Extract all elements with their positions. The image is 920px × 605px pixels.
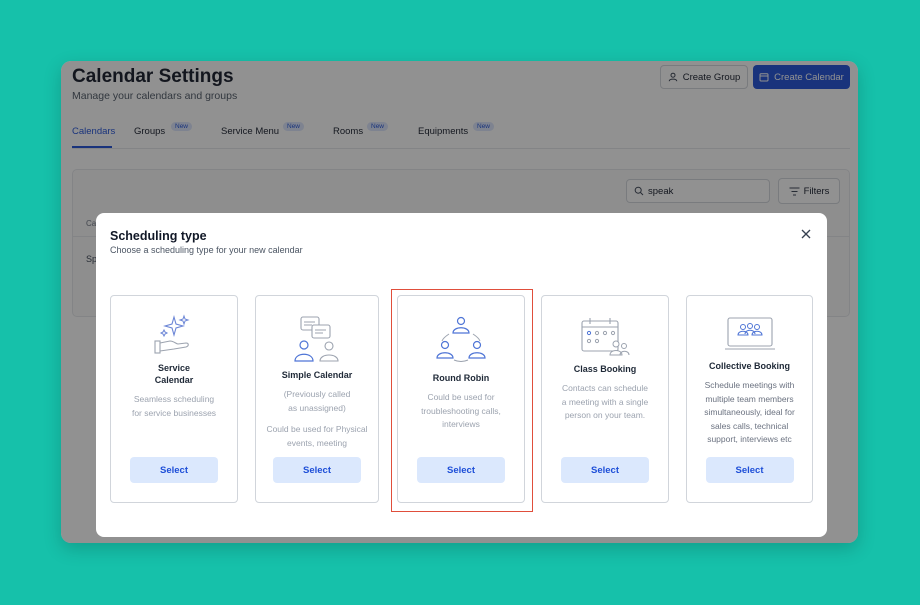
card-description: Schedule meetings with multiple team memb… — [704, 380, 795, 444]
modal-subtitle: Choose a scheduling type for your new ca… — [110, 245, 303, 255]
select-button[interactable]: Select — [273, 457, 361, 483]
sparkle-hand-icon — [154, 314, 190, 354]
card-title: Service Calendar — [154, 363, 194, 385]
card-title: Class Booking — [573, 364, 637, 374]
card-service-calendar[interactable]: Service Calendar Seamless scheduling for s… — [110, 295, 238, 503]
card-title: Simple Calendar — [281, 370, 353, 380]
select-button[interactable]: Select — [561, 457, 649, 483]
card-description: (Previously called as unassigned) Could be… — [266, 389, 368, 448]
class-calendar-icon — [581, 318, 630, 356]
chat-people-icon — [294, 316, 339, 362]
selection-highlight — [391, 289, 533, 512]
card-title: Collective Booking — [708, 361, 790, 371]
card-description: Contacts can schedule a meeting with a si… — [561, 383, 649, 420]
select-button[interactable]: Select — [705, 457, 794, 483]
card-class-booking[interactable]: Class Booking Contacts can schedule a mee… — [541, 295, 669, 503]
select-button[interactable]: Select — [130, 457, 218, 483]
card-simple-calendar[interactable]: Simple Calendar (Previously called as una… — [255, 295, 379, 503]
close-icon[interactable] — [799, 227, 813, 241]
group-screen-icon — [724, 317, 775, 350]
modal-title: Scheduling type — [110, 229, 207, 243]
card-collective-booking[interactable]: Collective Booking Schedule meetings wit… — [686, 295, 813, 503]
card-description: Seamless scheduling for service businesse… — [131, 394, 217, 418]
